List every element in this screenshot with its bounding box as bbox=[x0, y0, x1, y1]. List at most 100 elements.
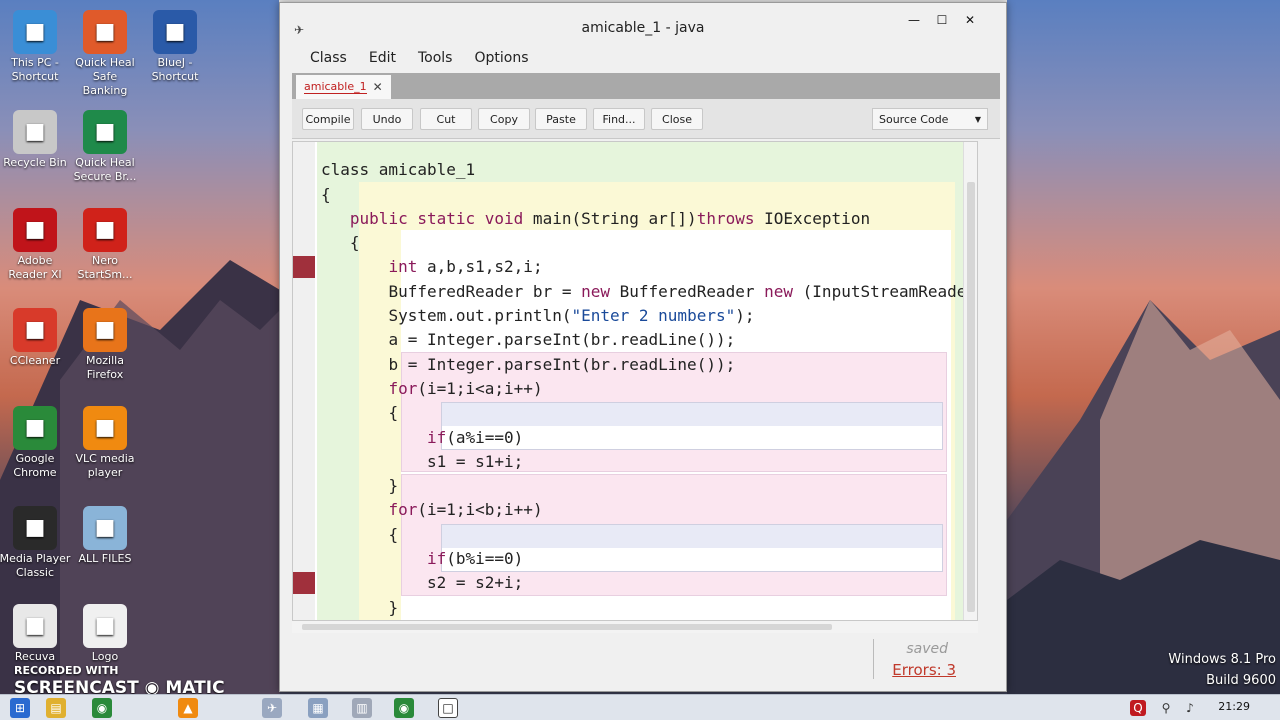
copy-button[interactable]: Copy bbox=[478, 108, 530, 130]
desktop-icon-label: Recycle Bin bbox=[3, 156, 67, 169]
menu-options[interactable]: Options bbox=[474, 50, 528, 66]
bluej-icon: ■ bbox=[153, 10, 197, 54]
breakpoint-gutter[interactable] bbox=[293, 142, 315, 620]
desktop-icon[interactable]: ■ Media Player Classic bbox=[0, 506, 71, 580]
window-controls: — ☐ ✕ bbox=[900, 13, 984, 27]
code-text: main(String ar[]) bbox=[523, 208, 697, 228]
find-button[interactable]: Find... bbox=[593, 108, 645, 130]
code-line: b = Integer.parseInt(br.readLine()); bbox=[388, 354, 736, 374]
code-text: (InputStreamReader(System.in)); bbox=[802, 281, 977, 301]
nero-icon: ■ bbox=[83, 208, 127, 252]
desktop-icon-label: Logo bbox=[91, 650, 119, 663]
desktop-icon[interactable]: ■ Logo bbox=[69, 604, 141, 664]
logo-icon: ■ bbox=[83, 604, 127, 648]
ccleaner-icon: ■ bbox=[13, 308, 57, 352]
desktop-icon[interactable]: ■ Mozilla Firefox bbox=[69, 308, 141, 382]
breakpoint-marker[interactable] bbox=[293, 256, 315, 278]
close-icon[interactable]: ✕ bbox=[956, 13, 984, 27]
firefox-icon: ■ bbox=[83, 308, 127, 352]
network-tray-icon[interactable]: ⚲ bbox=[1156, 698, 1176, 718]
code-editor[interactable]: class amicable_1 { public static void ma… bbox=[292, 141, 978, 621]
menu-tools[interactable]: Tools bbox=[418, 50, 453, 66]
code-text: (a%i==0) bbox=[446, 427, 524, 447]
code-text: BufferedReader bbox=[610, 281, 765, 301]
horizontal-scrollbar[interactable] bbox=[292, 621, 978, 633]
editor-window: ✈ amicable_1 - java — ☐ ✕ Class Edit Too… bbox=[279, 2, 1007, 692]
window-titlebar[interactable]: ✈ amicable_1 - java — ☐ ✕ bbox=[280, 3, 1006, 43]
scrollbar-thumb[interactable] bbox=[967, 182, 975, 612]
scrollbar-thumb[interactable] bbox=[302, 624, 832, 630]
source-code[interactable]: class amicable_1 { public static void ma… bbox=[321, 142, 977, 620]
desktop-icon-label: Mozilla Firefox bbox=[86, 354, 124, 381]
recuva-icon: ■ bbox=[13, 604, 57, 648]
screencast-caption: RECORDED WITH bbox=[14, 664, 119, 677]
code-keyword: if bbox=[426, 549, 447, 569]
windows-build: Build 9600 bbox=[1206, 673, 1276, 688]
chrome-window-icon[interactable]: ◉ bbox=[394, 698, 414, 718]
chrome-taskbar-icon[interactable]: ◉ bbox=[92, 698, 112, 718]
undo-button[interactable]: Undo bbox=[361, 108, 413, 130]
desktop-icon-label: Adobe Reader XI bbox=[8, 254, 62, 281]
desktop-icon[interactable]: ■ VLC media player bbox=[69, 406, 141, 480]
computer-icon: ■ bbox=[13, 10, 57, 54]
code-text: (b%i==0) bbox=[446, 549, 524, 569]
saved-status: saved bbox=[906, 641, 948, 657]
tab-close-icon[interactable]: ✕ bbox=[373, 80, 383, 94]
menu-edit[interactable]: Edit bbox=[369, 50, 396, 66]
start-icon[interactable]: ⊞ bbox=[10, 698, 30, 718]
code-line: { bbox=[388, 524, 399, 544]
editor-window-taskbar-icon[interactable]: □ bbox=[438, 698, 458, 718]
bluej-taskbar-icon[interactable]: ✈ bbox=[262, 698, 282, 718]
taskbar-clock[interactable]: 21:29 bbox=[1218, 700, 1250, 713]
desktop-icon[interactable]: ■ Google Chrome bbox=[0, 406, 71, 480]
desktop-icon[interactable]: ■ Nero StartSm... bbox=[69, 208, 141, 282]
minimize-icon[interactable]: — bbox=[900, 13, 928, 27]
code-keyword: new bbox=[581, 281, 610, 301]
tab-amicable-1[interactable]: amicable_1 ✕ bbox=[296, 75, 391, 99]
maximize-icon[interactable]: ☐ bbox=[928, 13, 956, 27]
file-explorer-icon[interactable]: ▤ bbox=[46, 698, 66, 718]
screencast-watermark: RECORDED WITH SCREENCAST ◉ MATIC bbox=[14, 664, 225, 698]
code-line: { bbox=[321, 184, 331, 204]
vlc-taskbar-icon[interactable]: ▲ bbox=[178, 698, 198, 718]
desktop-icon[interactable]: ■ Recuva bbox=[0, 604, 71, 664]
code-line: } bbox=[388, 597, 399, 617]
vertical-scrollbar[interactable] bbox=[963, 142, 977, 620]
menu-bar: Class Edit Tools Options bbox=[280, 43, 1006, 73]
desktop-icon[interactable]: ■ ALL FILES bbox=[69, 506, 141, 566]
code-text: IOException bbox=[754, 208, 871, 228]
menu-class[interactable]: Class bbox=[310, 50, 347, 66]
folder-icon: ■ bbox=[83, 506, 127, 550]
code-text: BufferedReader br = bbox=[388, 281, 582, 301]
desktop-icon[interactable]: ■ CCleaner bbox=[0, 308, 71, 368]
code-text: (i=1;i<b;i++) bbox=[417, 500, 543, 520]
status-divider bbox=[873, 639, 874, 679]
document-taskbar-icon[interactable]: ▥ bbox=[352, 698, 372, 718]
volume-tray-icon[interactable]: ♪ bbox=[1180, 698, 1200, 718]
quickheal-tray-icon[interactable]: Q bbox=[1130, 700, 1146, 716]
desktop-icon[interactable]: ■ Adobe Reader XI bbox=[0, 208, 71, 282]
network-taskbar-icon[interactable]: ▦ bbox=[308, 698, 328, 718]
desktop-icon-label: Quick Heal Secure Br... bbox=[73, 156, 137, 183]
compile-button[interactable]: Compile bbox=[302, 108, 354, 130]
view-select-value: Source Code bbox=[879, 112, 949, 126]
code-line: a = Integer.parseInt(br.readLine()); bbox=[388, 330, 736, 350]
errors-link[interactable]: Errors: 3 bbox=[892, 661, 956, 679]
desktop-icon[interactable]: ■ BlueJ - Shortcut bbox=[139, 10, 211, 84]
status-bar: saved Errors: 3 bbox=[292, 637, 978, 683]
cut-button[interactable]: Cut bbox=[420, 108, 472, 130]
desktop-icon[interactable]: ■ Recycle Bin bbox=[0, 110, 71, 170]
code-keyword: if bbox=[426, 427, 447, 447]
code-text: (i=1;i<a;i++) bbox=[417, 378, 543, 398]
desktop-icon-label: Media Player Classic bbox=[0, 552, 71, 579]
paste-button[interactable]: Paste bbox=[535, 108, 587, 130]
desktop-icon[interactable]: ■ Quick Heal Safe Banking bbox=[69, 10, 141, 98]
desktop-icon[interactable]: ■ Quick Heal Secure Br... bbox=[69, 110, 141, 184]
tab-strip: amicable_1 ✕ bbox=[292, 73, 1000, 99]
view-select[interactable]: Source Code ▼ bbox=[872, 108, 988, 130]
close-button[interactable]: Close bbox=[651, 108, 703, 130]
code-text: System.out.println( bbox=[388, 306, 572, 326]
desktop-icon[interactable]: ■ This PC - Shortcut bbox=[0, 10, 71, 84]
breakpoint-marker[interactable] bbox=[293, 572, 315, 594]
code-line: } bbox=[388, 476, 399, 496]
